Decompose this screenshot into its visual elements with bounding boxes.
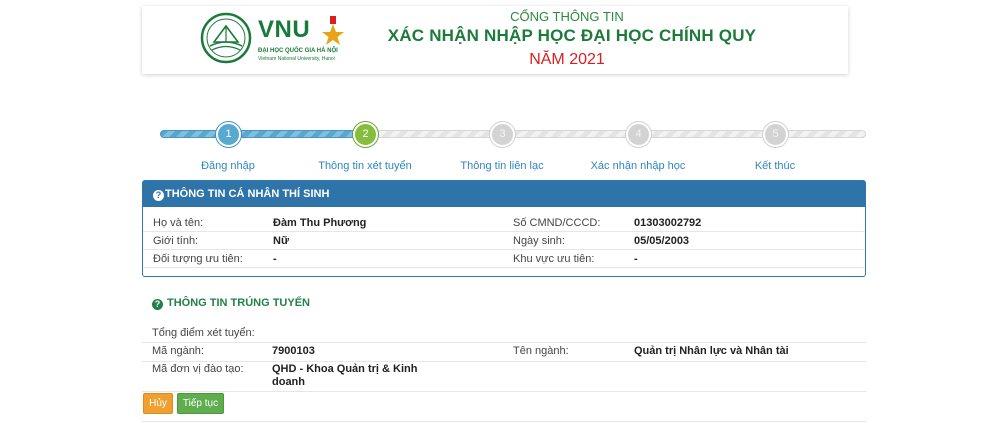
fullname-value: Đàm Thu Phương [273,217,367,229]
step-5-label: Kết thúc [754,160,796,172]
priority-group-value: - [273,253,277,265]
portal-subtitle: CỔNG THÔNG TIN [510,9,624,24]
unit-value-line1: QHD - Khoa Quản trị & Kinh [272,363,418,375]
personal-info-panel: ? THÔNG TIN CÁ NHÂN THÍ SINH Họ và tên: Đ… [142,180,866,277]
priority-group-label: Đối tượng ưu tiên: [153,253,243,265]
major-name-value: Quản trị Nhân lực và Nhân tài [634,345,789,357]
personal-info-title: THÔNG TIN CÁ NHÂN THÍ SINH [165,188,330,200]
major-code-value: 7900103 [272,345,315,357]
priority-area-label: Khu vực ưu tiên: [513,253,595,265]
portal-header: VNU ĐẠI HỌC QUỐC GIA HÀ NỘI Vietnam Nati… [142,6,848,74]
divider [142,421,866,422]
question-circle-icon: ? [153,190,164,201]
stepper-progress-fill [160,130,365,138]
year-label: NĂM 2021 [529,51,605,68]
vnu-logo: VNU ĐẠI HỌC QUỐC GIA HÀ NỘI Vietnam Nati… [200,12,365,68]
info-row: Đối tượng ưu tiên: - Khu vực ưu tiên: - [143,250,865,268]
step-3-circle: 3 [490,122,515,147]
birthdate-value: 05/05/2003 [634,235,690,247]
unit-label: Mã đơn vị đào tạo: [152,363,244,375]
gender-value: Nữ [273,235,289,247]
admission-title-text: THÔNG TIN TRÚNG TUYỂN [167,297,310,309]
step-4-circle: 4 [626,122,651,147]
vnu-emblem-icon [200,12,252,64]
unit-row: Mã đơn vị đào tạo: QHD - Khoa Quản trị &… [142,362,866,392]
gender-label: Giới tính: [153,235,199,247]
cancel-button[interactable]: Hủy [143,393,173,414]
major-row: Mã ngành: 7900103 Tên ngành: Quản trị Nh… [142,344,866,362]
step-1-label[interactable]: Đăng nhập [163,160,293,172]
step-2-label[interactable]: Thông tin xét tuyển [300,160,430,172]
fullname-label: Họ và tên: [153,217,204,229]
major-name-label: Tên ngành: [513,345,569,357]
priority-area-value: - [634,253,638,265]
birthdate-label: Ngày sinh: [513,235,565,247]
info-row: Giới tính: Nữ Ngày sinh: 05/05/2003 [143,232,865,250]
step-1-circle[interactable]: 1 [216,122,241,147]
logo-subtitle-vi: ĐẠI HỌC QUỐC GIA HÀ NỘI [258,48,338,54]
total-score-label: Tổng điểm xét tuyển: [152,327,255,339]
admission-info-title: ? THÔNG TIN TRÚNG TUYỂN [152,297,310,310]
unit-value-line2: doanh [272,376,305,388]
id-number-value: 01303002792 [634,217,702,229]
personal-info-header: ? THÔNG TIN CÁ NHÂN THÍ SINH [143,181,865,207]
step-5-circle: 5 [763,122,788,147]
star-medal-icon [322,16,344,45]
step-4-label: Xác nhận nhập học [590,160,686,172]
continue-button[interactable]: Tiếp tục [177,393,224,414]
logo-subtitle-en: Vietnam National University, Hanoi [258,56,335,62]
info-row: Họ và tên: Đàm Thu Phương Số CMND/CCCD: … [143,214,865,232]
page-title: XÁC NHẬN NHẬP HỌC ĐẠI HỌC CHÍNH QUY [387,26,757,45]
progress-stepper: 1 2 3 4 5 Đăng nhập Thông tin xét tuyển … [160,122,866,172]
id-number-label: Số CMND/CCCD: [513,217,601,229]
total-score-row: Tổng điểm xét tuyển: [142,326,866,343]
step-2-circle[interactable]: 2 [353,122,378,147]
step-3-label: Thông tin liên lạc [460,160,544,172]
logo-text: VNU [258,16,311,43]
question-circle-icon: ? [152,299,163,310]
major-code-label: Mã ngành: [152,345,204,357]
